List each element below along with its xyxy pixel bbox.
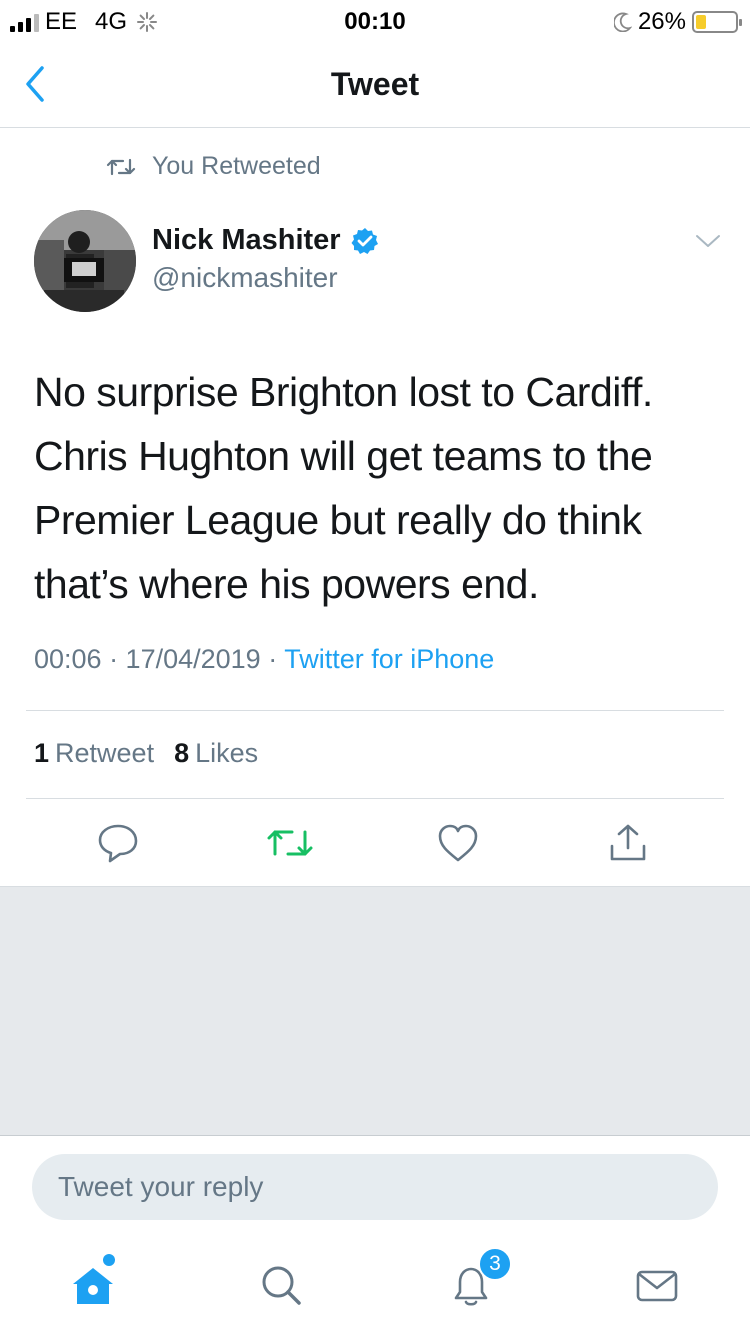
author-name[interactable]: Nick Mashiter bbox=[152, 224, 379, 257]
tweet-text: No surprise Brighton lost to Cardiff. Ch… bbox=[34, 369, 653, 607]
author-handle[interactable]: @nickmashiter bbox=[152, 262, 338, 294]
tweet-timestamp: 00:06 · 17/04/2019 · bbox=[34, 644, 285, 674]
divider bbox=[26, 798, 724, 799]
avatar[interactable] bbox=[34, 210, 136, 312]
tab-home[interactable] bbox=[68, 1260, 118, 1310]
page-title: Tweet bbox=[330, 66, 420, 102]
empty-replies-area bbox=[0, 886, 750, 1136]
tab-search[interactable] bbox=[256, 1260, 306, 1310]
likes-label: Likes bbox=[195, 738, 259, 768]
likes-count: 8 bbox=[174, 738, 190, 768]
author-name-text: Nick Mashiter bbox=[152, 224, 341, 256]
reply-input[interactable]: Tweet your reply bbox=[32, 1154, 718, 1220]
verified-badge-icon bbox=[351, 227, 378, 254]
retweets-count: 1 bbox=[34, 738, 50, 768]
chevron-down-icon bbox=[696, 235, 720, 247]
retweet-icon bbox=[267, 830, 313, 856]
notifications-badge: 3 bbox=[478, 1247, 512, 1281]
avatar-photo bbox=[34, 210, 136, 312]
reply-icon bbox=[98, 824, 138, 863]
share-button[interactable] bbox=[606, 822, 650, 864]
retweet-context-label: You Retweeted bbox=[152, 152, 321, 180]
status-right: 26% bbox=[613, 8, 742, 36]
tweet-options-button[interactable] bbox=[694, 232, 722, 255]
likes-stat[interactable]: 8 Likes bbox=[174, 738, 258, 769]
battery-icon bbox=[692, 11, 742, 33]
moon-icon bbox=[613, 12, 632, 32]
nav-bar: Tweet bbox=[0, 42, 750, 128]
retweet-icon bbox=[106, 158, 136, 175]
tweet-source-link[interactable]: Twitter for iPhone bbox=[284, 644, 494, 674]
share-icon bbox=[610, 824, 646, 861]
retweet-context: You Retweeted bbox=[106, 152, 321, 181]
tweet-actions bbox=[0, 822, 750, 864]
retweets-stat[interactable]: 1 Retweet bbox=[34, 738, 154, 769]
tweet-meta: 00:06 · 17/04/2019 · Twitter for iPhone bbox=[34, 644, 494, 675]
tab-bar bbox=[0, 1240, 750, 1334]
mail-icon bbox=[636, 1270, 678, 1302]
home-icon bbox=[73, 1268, 113, 1304]
reply-button[interactable] bbox=[96, 822, 140, 864]
search-icon bbox=[262, 1266, 301, 1305]
tab-messages[interactable] bbox=[632, 1260, 682, 1310]
heart-icon bbox=[438, 824, 478, 862]
retweets-label: Retweet bbox=[55, 738, 155, 768]
retweet-button[interactable] bbox=[266, 822, 313, 864]
battery-level bbox=[696, 15, 706, 29]
home-new-content-dot bbox=[103, 1254, 115, 1266]
divider bbox=[26, 710, 724, 711]
tweet-stats: 1 Retweet 8 Likes bbox=[34, 738, 258, 769]
like-button[interactable] bbox=[436, 822, 480, 864]
battery-percent: 26% bbox=[637, 8, 686, 35]
status-bar: EE 4G 00:10 26% bbox=[0, 0, 750, 42]
